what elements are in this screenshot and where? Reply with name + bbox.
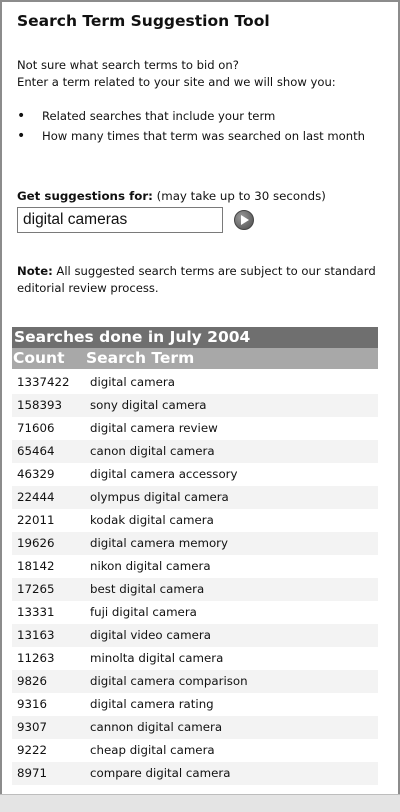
count-cell: 22011 — [17, 513, 55, 527]
term-cell: canon digital camera — [90, 444, 215, 458]
go-button[interactable] — [234, 210, 254, 230]
column-count: Count — [13, 349, 65, 367]
horizontal-scrollbar[interactable] — [0, 794, 400, 812]
term-cell: minolta digital camera — [90, 651, 224, 665]
term-cell: digital camera memory — [90, 536, 228, 550]
results-column-header: Count Search Term — [12, 348, 378, 369]
count-cell: 1337422 — [17, 375, 70, 389]
count-cell: 9222 — [17, 743, 48, 757]
count-cell: 22444 — [17, 490, 55, 504]
table-row: 11263 minolta digital camera — [12, 647, 378, 670]
table-row: 22011 kodak digital camera — [12, 509, 378, 532]
bullet-list: • Related searches that include your ter… — [17, 107, 379, 146]
table-row: 158393 sony digital camera — [12, 394, 378, 417]
term-cell: digital camera accessory — [90, 467, 238, 481]
table-row: 9222 cheap digital camera — [12, 739, 378, 762]
term-cell: digital camera — [90, 375, 175, 389]
table-row: 46329 digital camera accessory — [12, 463, 378, 486]
bullet-icon: • — [17, 108, 26, 124]
term-cell: compare digital camera — [90, 766, 231, 780]
term-cell: digital camera rating — [90, 697, 214, 711]
bullet-text: Related searches that include your term — [42, 109, 276, 123]
bullet-icon: • — [17, 128, 26, 144]
table-row: 9826 digital camera comparison — [12, 670, 378, 693]
column-search-term: Search Term — [86, 349, 195, 367]
note-label: Note: — [17, 264, 53, 278]
table-row: 18142 nikon digital camera — [12, 555, 378, 578]
count-cell: 17265 — [17, 582, 55, 596]
count-cell: 13331 — [17, 605, 55, 619]
play-arrow-icon — [241, 215, 249, 225]
count-cell: 9316 — [17, 697, 48, 711]
note: Note: All suggested search terms are sub… — [17, 263, 377, 296]
bullet-text: How many times that term was searched on… — [42, 129, 365, 143]
count-cell: 46329 — [17, 467, 55, 481]
table-row: 13163 digital video camera — [12, 624, 378, 647]
term-cell: cannon digital camera — [90, 720, 223, 734]
suggest-label: Get suggestions for: — [17, 189, 153, 203]
table-row: 22444 olympus digital camera — [12, 486, 378, 509]
count-cell: 9826 — [17, 674, 48, 688]
count-cell: 71606 — [17, 421, 55, 435]
term-cell: cheap digital camera — [90, 743, 215, 757]
table-row: 1337422 digital camera — [12, 371, 378, 394]
count-cell: 11263 — [17, 651, 55, 665]
note-text: All suggested search terms are subject t… — [17, 264, 376, 295]
table-row: 13331 fuji digital camera — [12, 601, 378, 624]
table-row: 9307 cannon digital camera — [12, 716, 378, 739]
table-row: 9316 digital camera rating — [12, 693, 378, 716]
term-cell: kodak digital camera — [90, 513, 214, 527]
intro-line-1: Not sure what search terms to bid on? — [17, 58, 239, 72]
bullet-item: • How many times that term was searched … — [17, 128, 379, 146]
count-cell: 19626 — [17, 536, 55, 550]
suggest-hint: (may take up to 30 seconds) — [156, 189, 326, 203]
table-row: 17265 best digital camera — [12, 578, 378, 601]
term-cell: digital camera review — [90, 421, 218, 435]
count-cell: 158393 — [17, 398, 63, 412]
intro-line-2: Enter a term related to your site and we… — [17, 74, 336, 89]
table-row: 8971 compare digital camera — [12, 762, 378, 785]
count-cell: 8971 — [17, 766, 48, 780]
intro-text: Not sure what search terms to bid on? En… — [17, 57, 379, 90]
page-title: Search Term Suggestion Tool — [17, 12, 270, 30]
table-row: 71606 digital camera review — [12, 417, 378, 440]
term-cell: olympus digital camera — [90, 490, 229, 504]
results-heading: Searches done in July 2004 — [12, 327, 378, 348]
search-input[interactable]: digital cameras — [17, 207, 223, 233]
count-cell: 9307 — [17, 720, 48, 734]
table-row: 19626 digital camera memory — [12, 532, 378, 555]
term-cell: best digital camera — [90, 582, 205, 596]
term-cell: sony digital camera — [90, 398, 207, 412]
count-cell: 13163 — [17, 628, 55, 642]
term-cell: digital video camera — [90, 628, 211, 642]
bullet-item: • Related searches that include your ter… — [17, 107, 379, 125]
term-cell: fuji digital camera — [90, 605, 197, 619]
count-cell: 65464 — [17, 444, 55, 458]
term-cell: digital camera comparison — [90, 674, 248, 688]
results-table: 1337422 digital camera 158393 sony digital… — [12, 371, 378, 785]
suggest-label-row: Get suggestions for: (may take up to 30 … — [17, 189, 326, 203]
term-cell: nikon digital camera — [90, 559, 211, 573]
count-cell: 18142 — [17, 559, 55, 573]
table-row: 65464 canon digital camera — [12, 440, 378, 463]
